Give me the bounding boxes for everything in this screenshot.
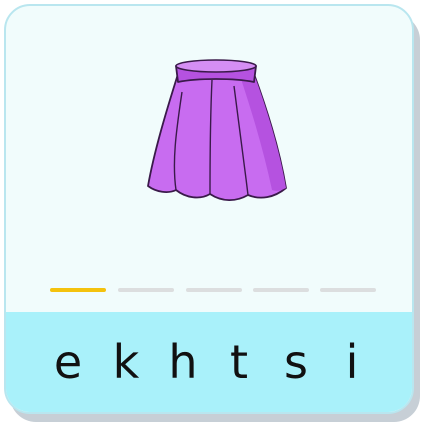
- letter-tile-e[interactable]: e: [46, 332, 90, 392]
- answer-slot-5[interactable]: [320, 288, 376, 292]
- answer-slot-2[interactable]: [118, 288, 174, 292]
- letter-tray: e k h t s i: [6, 312, 412, 412]
- answer-slot-3[interactable]: [186, 288, 242, 292]
- letter-tile-t[interactable]: t: [217, 332, 261, 392]
- puzzle-card: e k h t s i: [4, 4, 414, 414]
- answer-slots: [50, 288, 380, 294]
- skirt-icon: [147, 59, 287, 202]
- letter-tile-k[interactable]: k: [104, 332, 148, 392]
- answer-slot-1[interactable]: [50, 288, 106, 292]
- letter-tile-s[interactable]: s: [274, 332, 318, 392]
- letter-tile-i[interactable]: i: [330, 332, 374, 392]
- answer-slot-4[interactable]: [253, 288, 309, 292]
- letter-tile-h[interactable]: h: [161, 332, 205, 392]
